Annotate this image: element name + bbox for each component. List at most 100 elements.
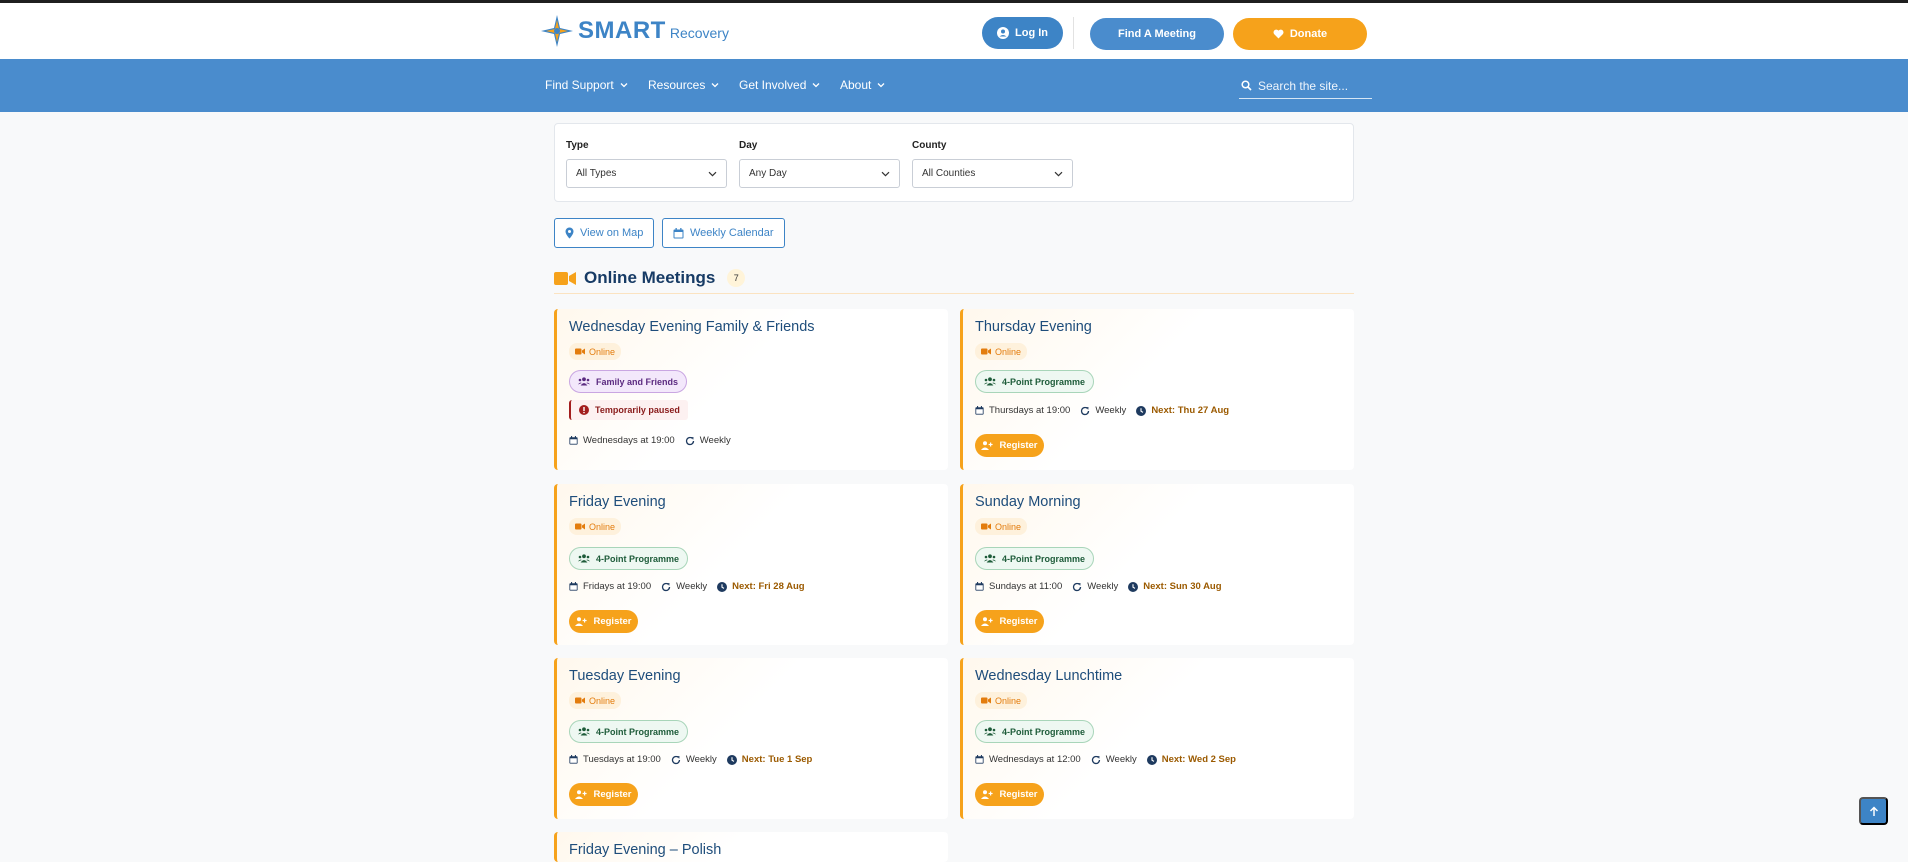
search-icon (1241, 80, 1252, 91)
chevron-down-icon (877, 82, 885, 88)
programme-label: 4-Point Programme (1002, 726, 1086, 737)
frequency-text: Weekly (1087, 581, 1119, 592)
calendar-icon (975, 582, 984, 591)
next-date-text: Next: Wed 2 Sep (1161, 754, 1236, 765)
meeting-card[interactable]: Wednesday Evening Family & Friends Onlin… (554, 309, 948, 470)
meeting-title: Tuesday Evening (569, 668, 681, 684)
programme-tag: Family and Friends (569, 370, 688, 393)
search-input[interactable] (1258, 78, 1368, 93)
section-title: Online Meetings (584, 268, 716, 287)
user-plus-icon (981, 790, 994, 799)
users-icon (578, 727, 590, 736)
day-select-value: Any Day (749, 168, 787, 179)
type-select[interactable]: All Types (566, 159, 727, 188)
meeting-card[interactable]: Sunday Morning Online 4-Point Programme … (960, 484, 1354, 645)
meeting-card[interactable]: Thursday Evening Online 4-Point Programm… (960, 309, 1354, 470)
login-label: Log In (1015, 27, 1048, 39)
clock-icon (1146, 754, 1157, 765)
compass-star-icon (540, 14, 574, 48)
chevron-down-icon (812, 82, 820, 88)
site-header: SMART Recovery Log In Find A Meeting Don… (0, 3, 1908, 59)
repeat-icon (1080, 406, 1090, 416)
meeting-meta: Fridays at 19:00 Weekly Next: Fri 28 Aug (569, 581, 805, 592)
clock-icon (717, 581, 728, 592)
next-date: Next: Fri 28 Aug (717, 581, 805, 592)
section-divider (554, 293, 1354, 294)
video-camera-icon (981, 348, 991, 355)
chevron-down-icon (708, 171, 717, 177)
programme-tag: 4-Point Programme (975, 720, 1095, 743)
schedule-text: Tuesdays at 19:00 (583, 754, 661, 765)
online-label: Online (995, 346, 1022, 357)
find-meeting-button[interactable]: Find A Meeting (1090, 18, 1224, 50)
register-button[interactable]: Register (569, 610, 638, 633)
county-select[interactable]: All Counties (912, 159, 1073, 188)
filter-type-label: Type (566, 140, 589, 151)
filter-day: Day Any Day (739, 140, 900, 188)
frequency-text: Weekly (676, 581, 708, 592)
programme-label: 4-Point Programme (596, 726, 680, 737)
nav-label: Get Involved (739, 78, 807, 92)
register-button[interactable]: Register (975, 434, 1044, 457)
register-button[interactable]: Register (975, 783, 1044, 806)
clock-icon (1136, 405, 1147, 416)
users-icon (578, 554, 590, 563)
alert-circle-icon (579, 405, 589, 415)
nav-item-resources[interactable]: Resources (648, 78, 719, 92)
donate-button[interactable]: Donate (1233, 18, 1367, 50)
user-circle-icon (997, 27, 1009, 39)
view-on-map-button[interactable]: View on Map (554, 218, 655, 248)
video-camera-icon (575, 348, 585, 355)
smart-recovery-logo[interactable]: SMART Recovery (540, 14, 729, 48)
scroll-to-top-button[interactable] (1859, 797, 1888, 825)
repeat-icon (1072, 582, 1082, 592)
register-button[interactable]: Register (975, 610, 1044, 633)
donate-label: Donate (1289, 28, 1328, 40)
user-plus-icon (981, 441, 994, 450)
programme-label: 4-Point Programme (1002, 553, 1086, 564)
day-select[interactable]: Any Day (739, 159, 900, 188)
main-nav: Find Support Resources Get Involved Abou… (0, 59, 1908, 112)
nav-item-find-support[interactable]: Find Support (545, 78, 628, 92)
users-icon (984, 554, 996, 563)
frequency-text: Weekly (1105, 754, 1137, 765)
programme-label: 4-Point Programme (1002, 376, 1086, 387)
login-button[interactable]: Log In (982, 17, 1063, 49)
online-label: Online (589, 521, 616, 532)
programme-tag: 4-Point Programme (569, 547, 689, 570)
clock-icon (726, 754, 737, 765)
paused-label: Temporarily paused (595, 405, 680, 415)
nav-label: Resources (648, 78, 706, 92)
weekly-calendar-label: Weekly Calendar (690, 227, 774, 239)
filter-panel: Type All Types Day Any Day County All Co… (554, 123, 1354, 202)
video-camera-icon (575, 523, 585, 530)
nav-item-get-involved[interactable]: Get Involved (739, 78, 820, 92)
users-icon (984, 727, 996, 736)
user-plus-icon (575, 790, 588, 799)
programme-tag: 4-Point Programme (975, 370, 1095, 393)
video-camera-icon (575, 697, 585, 704)
user-plus-icon (575, 617, 588, 626)
schedule-text: Wednesdays at 19:00 (583, 435, 675, 446)
nav-label: About (840, 78, 872, 92)
meeting-card[interactable]: Tuesday Evening Online 4-Point Programme… (554, 658, 948, 819)
online-label: Online (589, 346, 616, 357)
frequency-text: Weekly (699, 435, 731, 446)
frequency: Weekly (1072, 581, 1118, 592)
schedule: Sundays at 11:00 (975, 581, 1062, 592)
calendar-icon (975, 406, 984, 415)
paused-badge: Temporarily paused (569, 400, 688, 420)
chevron-down-icon (620, 82, 628, 88)
schedule: Wednesdays at 19:00 (569, 435, 675, 446)
schedule: Tuesdays at 19:00 (569, 754, 661, 765)
meeting-card[interactable]: Friday Evening – Polish (554, 832, 948, 862)
online-badge: Online (569, 518, 622, 535)
calendar-icon (569, 755, 578, 764)
register-button[interactable]: Register (569, 783, 638, 806)
weekly-calendar-button[interactable]: Weekly Calendar (662, 218, 785, 248)
next-date-text: Next: Tue 1 Sep (741, 754, 813, 765)
nav-item-about[interactable]: About (840, 78, 885, 92)
next-date: Next: Wed 2 Sep (1146, 754, 1236, 765)
meeting-card[interactable]: Wednesday Lunchtime Online 4-Point Progr… (960, 658, 1354, 819)
meeting-card[interactable]: Friday Evening Online 4-Point Programme … (554, 484, 948, 645)
